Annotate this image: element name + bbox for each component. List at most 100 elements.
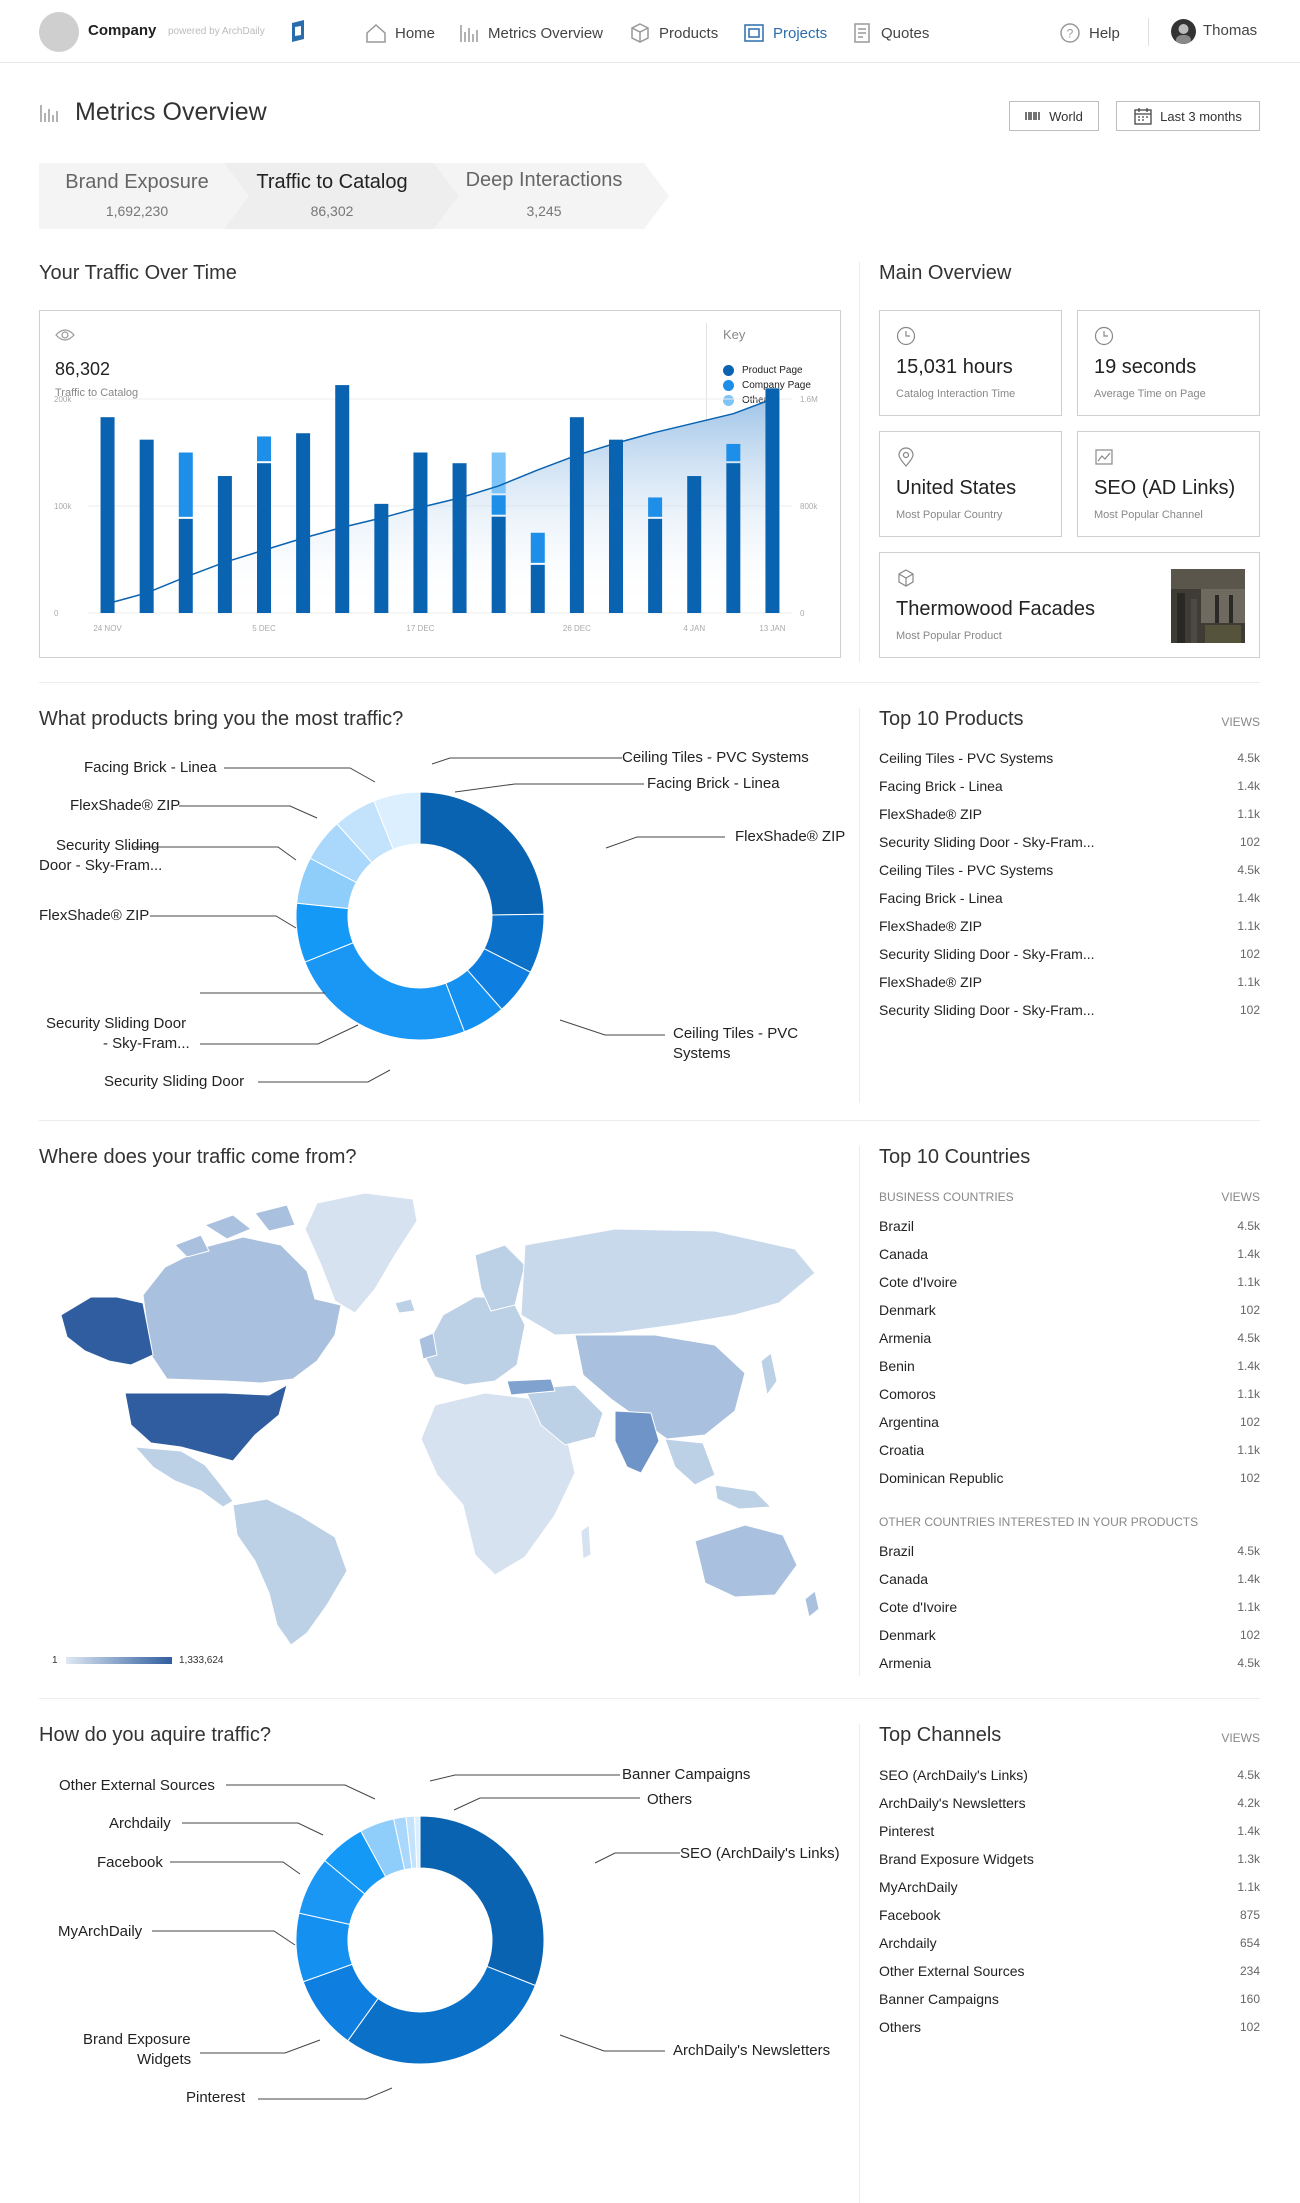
nav-home-label: Home: [395, 24, 436, 42]
list-item-views: 1.1k: [1237, 1880, 1260, 1894]
donut-slice[interactable]: [419, 791, 545, 916]
list-item-name[interactable]: MyArchDaily: [879, 1879, 958, 1895]
list-item-name[interactable]: FlexShade® ZIP: [879, 974, 982, 990]
y-tick-label: 200k: [54, 395, 72, 404]
nav-projects[interactable]: Projects: [743, 22, 827, 44]
bar-product-page: [178, 518, 193, 613]
nav-home[interactable]: Home: [365, 22, 435, 44]
list-item-name[interactable]: Canada: [879, 1571, 928, 1587]
bar-product-page: [491, 516, 506, 613]
bar-product-page: [530, 564, 545, 613]
list-item-views: 4.2k: [1237, 1796, 1260, 1810]
list-item-name[interactable]: ArchDaily's Newsletters: [879, 1795, 1026, 1811]
x-tick-label: 17 DEC: [406, 624, 434, 633]
list-item-name[interactable]: Denmark: [879, 1627, 936, 1643]
bar-product-page: [296, 433, 311, 613]
donut-slice[interactable]: [304, 942, 466, 1041]
map-region-asia: [574, 1334, 746, 1440]
funnel-value: 3,245: [526, 203, 562, 219]
archdaily-logo-icon: [292, 20, 304, 42]
list-item-name[interactable]: Armenia: [879, 1655, 931, 1671]
world-map[interactable]: [55, 1185, 835, 1645]
list-item-name[interactable]: Security Sliding Door - Sky-Fram...: [879, 1002, 1095, 1018]
overview-card-label: Most Popular Product: [896, 630, 1002, 642]
list-item-name[interactable]: Ceiling Tiles - PVC Systems: [879, 750, 1053, 766]
company-name[interactable]: Company: [88, 22, 156, 39]
list-item-name[interactable]: Cote d'Ivoire: [879, 1274, 957, 1290]
views-header: VIEWS: [1221, 1731, 1260, 1745]
donut-label: SEO (ArchDaily's Links): [680, 1845, 840, 1862]
list-item-views: 1.1k: [1237, 1443, 1260, 1457]
list-item-name[interactable]: Brazil: [879, 1218, 914, 1234]
overview-card-value: 15,031 hours: [896, 356, 1013, 378]
list-item-views: 1.1k: [1237, 1600, 1260, 1614]
map-scale-bar: [66, 1657, 172, 1664]
bar-company-page: [530, 532, 545, 563]
overview-section-title: Main Overview: [879, 262, 1012, 284]
list-item-name[interactable]: Comoros: [879, 1386, 936, 1402]
bar-company-page: [178, 452, 193, 517]
list-item-views: 1.4k: [1237, 1247, 1260, 1261]
user-avatar[interactable]: [1171, 19, 1196, 44]
list-item-name[interactable]: SEO (ArchDaily's Links): [879, 1767, 1028, 1783]
list-item-name[interactable]: Benin: [879, 1358, 915, 1374]
list-item-name[interactable]: FlexShade® ZIP: [879, 806, 982, 822]
donut-label: Banner Campaigns: [622, 1766, 751, 1783]
donut-label: Security Sliding Door: [104, 1073, 245, 1090]
list-item-name[interactable]: Others: [879, 2019, 921, 2035]
overview-card-label: Average Time on Page: [1094, 388, 1206, 400]
list-item-views: 4.5k: [1237, 1768, 1260, 1782]
list-item-name[interactable]: Other External Sources: [879, 1963, 1025, 1979]
donut-label: Pinterest: [186, 2089, 246, 2106]
bar-product-page: [765, 388, 780, 613]
list-item-name[interactable]: Ceiling Tiles - PVC Systems: [879, 862, 1053, 878]
top-countries-title: Top 10 Countries: [879, 1146, 1031, 1168]
donut-slice[interactable]: [419, 1815, 545, 1987]
list-item-name[interactable]: Pinterest: [879, 1823, 934, 1839]
list-item-name[interactable]: Croatia: [879, 1442, 924, 1458]
funnel-tab-brand-exposure[interactable]: Brand Exposure 1,692,230: [39, 163, 235, 229]
bar-product-page: [335, 385, 350, 613]
list-item-name[interactable]: Banner Campaigns: [879, 1991, 999, 2007]
nav-quotes[interactable]: Quotes: [851, 22, 929, 44]
nav-products[interactable]: Products: [629, 22, 718, 44]
user-name[interactable]: Thomas: [1203, 22, 1257, 39]
list-item-name[interactable]: Facebook: [879, 1907, 940, 1923]
overview-card-avg-time: 19 seconds Average Time on Page: [1077, 310, 1260, 416]
page-title: Metrics Overview: [75, 98, 267, 126]
list-item-name[interactable]: Canada: [879, 1246, 928, 1262]
calendar-icon: [1134, 108, 1152, 125]
list-item-name[interactable]: Denmark: [879, 1302, 936, 1318]
list-item-name[interactable]: Facing Brick - Linea: [879, 890, 1003, 906]
list-item-name[interactable]: Security Sliding Door - Sky-Fram...: [879, 946, 1095, 962]
nav-metrics-overview[interactable]: Metrics Overview: [458, 22, 603, 44]
list-item-name[interactable]: Archdaily: [879, 1935, 937, 1951]
list-item-name[interactable]: Armenia: [879, 1330, 931, 1346]
bar-chart-icon: [460, 25, 478, 42]
list-item-name[interactable]: Security Sliding Door - Sky-Fram...: [879, 834, 1095, 850]
list-item-name[interactable]: Cote d'Ivoire: [879, 1599, 957, 1615]
date-range-button[interactable]: Last 3 months: [1116, 101, 1260, 131]
nav-help[interactable]: ? Help: [1059, 22, 1120, 44]
list-item-name[interactable]: Argentina: [879, 1414, 939, 1430]
map-region-india: [614, 1410, 660, 1474]
funnel-tab-traffic-to-catalog[interactable]: Traffic to Catalog 86,302: [234, 163, 430, 229]
list-item-name[interactable]: Brazil: [879, 1543, 914, 1559]
views-header: VIEWS: [1221, 715, 1260, 729]
bar-product-page: [569, 417, 584, 613]
nav-help-label: Help: [1089, 24, 1120, 42]
list-item-name[interactable]: Brand Exposure Widgets: [879, 1851, 1034, 1867]
y-tick-label: 100k: [54, 502, 72, 511]
list-item-name[interactable]: Dominican Republic: [879, 1470, 1004, 1486]
region-button[interactable]: World: [1009, 101, 1099, 131]
donut-slice[interactable]: [347, 1965, 536, 2065]
list-item-name[interactable]: FlexShade® ZIP: [879, 918, 982, 934]
region-button-label: World: [1049, 108, 1083, 124]
bar-company-page: [648, 497, 663, 517]
top-products-title: Top 10 Products: [879, 708, 1024, 730]
overview-card-product[interactable]: Thermowood Facades Most Popular Product: [879, 552, 1260, 658]
x-tick-label: 4 JAN: [683, 624, 705, 633]
company-avatar[interactable]: [39, 12, 79, 52]
list-item-name[interactable]: Facing Brick - Linea: [879, 778, 1003, 794]
funnel-tab-deep-interactions[interactable]: Deep Interactions 3,245: [446, 163, 642, 229]
